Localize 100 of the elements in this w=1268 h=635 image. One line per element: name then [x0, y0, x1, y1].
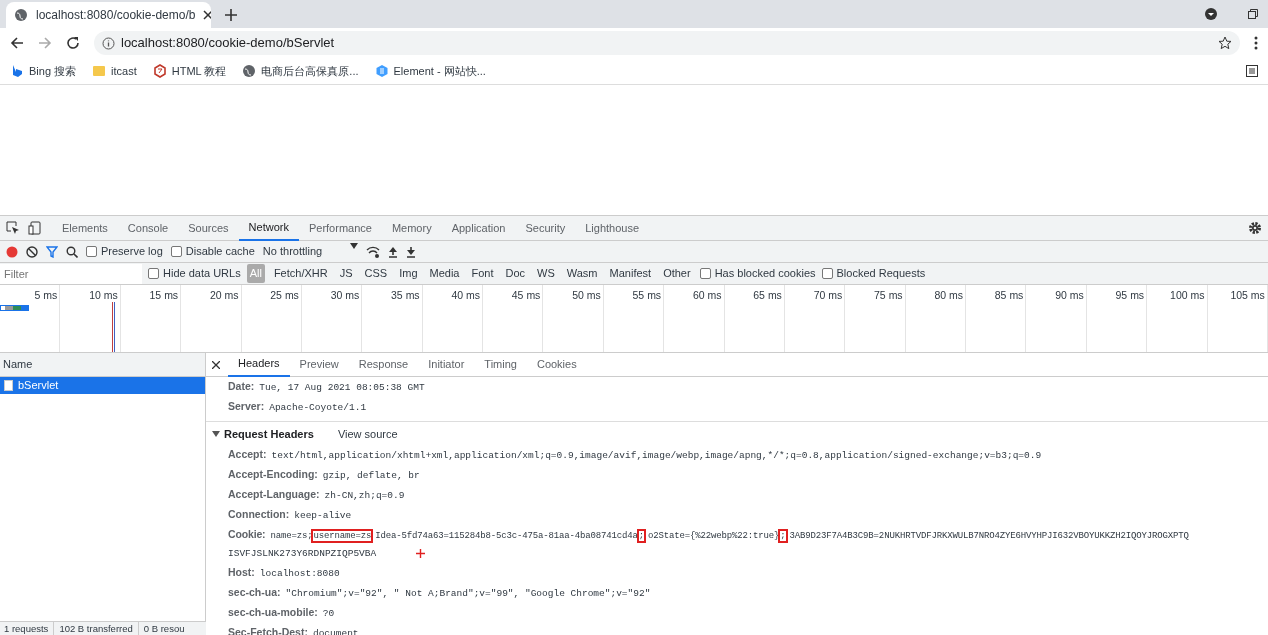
bookmark[interactable]: 电商后台高保真原... — [242, 62, 359, 80]
type-filter[interactable]: Media — [426, 264, 463, 283]
header-value: text/html,application/xhtml+xml,application/xml;q=0.9,image/avif,image/webp,image/apng,*/*;q=0.8,application/signed-exchange;v=b3;q=0.9 — [271, 449, 1042, 461]
tick-label: 80 ms — [934, 289, 963, 301]
panel-tab[interactable]: Memory — [381, 215, 442, 241]
clear-icon[interactable] — [26, 245, 38, 258]
panel-tab[interactable]: Console — [117, 215, 179, 241]
tick-label: 90 ms — [1055, 289, 1084, 301]
header-value: localhost:8080 — [259, 567, 340, 579]
header-name: Connection: — [228, 507, 290, 520]
bookmark[interactable]: itcast — [92, 62, 137, 80]
column-header[interactable]: Name — [0, 353, 205, 377]
bookmark[interactable]: Element - 网站快... — [374, 62, 486, 80]
menu-icon[interactable] — [1254, 36, 1258, 50]
close-icon[interactable] — [203, 10, 211, 20]
type-filter[interactable]: Fetch/XHR — [270, 264, 331, 283]
status-text: 102 B transferred — [59, 622, 133, 635]
header-value: o2State={%22webp%22:true} — [648, 530, 780, 541]
browser-tab[interactable]: localhost:8080/cookie-demo/b — [6, 2, 211, 28]
profile-icon[interactable] — [1204, 7, 1218, 21]
header-value: keep-alive — [294, 509, 352, 521]
panel-tab[interactable]: Lighthouse — [575, 215, 650, 241]
info-icon — [102, 36, 115, 50]
header-value: Tue, 17 Aug 2021 08:05:38 GMT — [259, 382, 425, 393]
back-icon[interactable] — [10, 36, 24, 50]
tick-label: 65 ms — [753, 289, 782, 301]
header-value: gzip, deflate, br — [322, 469, 420, 481]
tick-label: 105 ms — [1230, 289, 1265, 301]
header-name: Cookie: — [228, 527, 266, 540]
header-value: Idea-5fd74a63=115284b8-5c3c-475a-81aa-4ba08741cd4a — [375, 530, 638, 541]
network-conditions-icon[interactable] — [366, 245, 381, 258]
highlighted-value: username=zs — [313, 530, 372, 541]
type-filter[interactable]: Other — [660, 264, 694, 283]
detail-tab[interactable]: Preview — [289, 352, 349, 377]
view-source-link[interactable]: View source — [337, 426, 398, 443]
detail-tab[interactable]: Timing — [474, 352, 527, 377]
new-tab-icon[interactable] — [225, 9, 237, 21]
type-filter[interactable]: WS — [534, 264, 558, 283]
type-filter[interactable]: Doc — [502, 264, 529, 283]
tick-label: 30 ms — [330, 289, 360, 301]
panel-tab[interactable]: Sources — [178, 215, 239, 241]
highlighted-value: ; — [638, 530, 645, 541]
checkbox[interactable]: Blocked Requests — [821, 265, 926, 282]
search-icon[interactable] — [66, 245, 78, 258]
type-filter[interactable]: Img — [396, 264, 421, 283]
detail-tab[interactable]: Headers — [228, 352, 290, 377]
header-name: sec-ch-ua: — [228, 585, 281, 598]
panel-tab[interactable]: Security — [515, 215, 576, 241]
section-toggle[interactable]: Request Headers — [212, 426, 314, 443]
reading-list-icon[interactable] — [1246, 65, 1258, 77]
record-icon[interactable] — [6, 245, 18, 258]
header-value: Apache-Coyote/1.1 — [269, 402, 367, 413]
device-toolbar-icon[interactable] — [28, 221, 42, 235]
tick-label: 70 ms — [813, 289, 843, 301]
tick-label: 75 ms — [874, 289, 903, 301]
request-row[interactable]: bServlet — [0, 377, 205, 394]
checkbox[interactable]: Preserve log — [86, 243, 163, 260]
status-text: 1 requests — [4, 622, 49, 635]
checkbox[interactable]: Has blocked cookies — [699, 265, 816, 282]
download-icon[interactable] — [406, 245, 417, 258]
tick-label: 15 ms — [149, 289, 179, 301]
type-filter[interactable]: Font — [468, 264, 497, 283]
header-name: Accept-Language: — [228, 487, 320, 500]
detail-tab[interactable]: Cookies — [526, 352, 587, 377]
checkbox[interactable]: Hide data URLs — [148, 265, 241, 282]
status-text: 0 B resou — [143, 622, 185, 635]
header-value: ISVFJSLNK273Y6RDNPZIQP5VBA — [228, 546, 377, 561]
tick-label: 10 ms — [89, 289, 118, 301]
header-value: name=zs; — [270, 530, 313, 541]
panel-tab[interactable]: Application — [441, 215, 516, 241]
tick-label: 40 ms — [451, 289, 480, 301]
highlighted-value: ; — [780, 530, 786, 541]
address-bar[interactable]: localhost:8080/cookie-demo/bServlet — [94, 31, 1240, 55]
star-icon[interactable] — [1218, 36, 1232, 50]
collapse-triangle-icon — [212, 430, 220, 439]
type-filter[interactable]: JS — [336, 264, 356, 283]
bookmark[interactable]: Bing 搜索 — [10, 62, 77, 80]
detail-tab[interactable]: Initiator — [418, 352, 475, 377]
filter-field[interactable]: Filter — [0, 263, 142, 284]
settings-icon[interactable] — [1248, 221, 1262, 235]
type-filter[interactable]: CSS — [361, 264, 391, 283]
inspect-icon[interactable] — [6, 221, 20, 235]
panel-tab[interactable]: Elements — [52, 215, 118, 241]
filter-icon[interactable] — [46, 245, 58, 258]
header-value: 3AB9D23F7A4B3C9B=2NUKHRTVDFJRKXWULB7NRO4ZYE6HVYHPJI632VBOYUKKZH2IQOYJROGXPTQ — [789, 530, 1189, 541]
throttling-dropdown[interactable]: No throttling — [262, 243, 359, 260]
detail-tab[interactable]: Response — [348, 352, 419, 377]
restore-icon[interactable] — [1248, 9, 1258, 19]
header-name: Accept-Encoding: — [228, 467, 318, 480]
header-value: ?0 — [322, 607, 335, 619]
close-icon[interactable] — [212, 360, 220, 369]
reload-icon[interactable] — [66, 36, 80, 50]
type-filter[interactable]: Manifest — [606, 264, 655, 283]
panel-tab[interactable]: Performance — [298, 215, 382, 241]
tick-label: 45 ms — [511, 289, 541, 301]
upload-icon[interactable] — [388, 245, 399, 258]
checkbox[interactable]: Disable cache — [170, 243, 255, 260]
bookmark[interactable]: HTML 教程 — [152, 62, 227, 80]
type-filter[interactable]: Wasm — [563, 264, 601, 283]
folder-icon — [92, 64, 107, 78]
